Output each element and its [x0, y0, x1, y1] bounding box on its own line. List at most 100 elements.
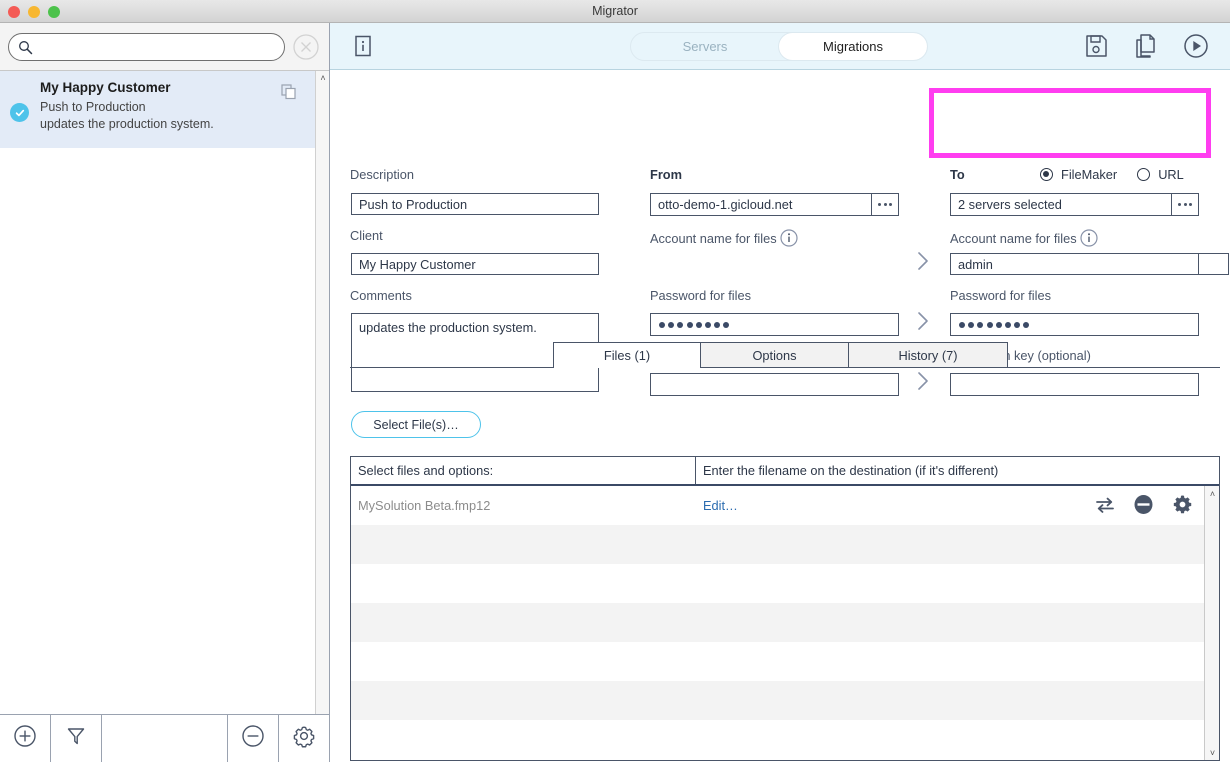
settings-button[interactable]	[279, 715, 329, 762]
copy-icon[interactable]	[280, 83, 298, 101]
main-toolbar: Servers Migrations	[330, 23, 1230, 70]
sidebar: My Happy Customer Push to Production upd…	[0, 23, 330, 762]
list-item[interactable]: My Happy Customer Push to Production upd…	[0, 71, 315, 149]
radio-filemaker-label: FileMaker	[1061, 167, 1118, 182]
add-migration-button[interactable]	[0, 715, 50, 762]
ellipsis-icon	[878, 203, 892, 206]
to-account-label: Account name for files	[950, 229, 1098, 247]
scroll-down-icon[interactable]: ˅	[1205, 745, 1219, 760]
tabs-leading-spacer	[350, 366, 553, 367]
radio-filemaker[interactable]	[1040, 168, 1053, 181]
floppy-disk-icon[interactable]	[1082, 32, 1110, 60]
tab-servers[interactable]: Servers	[631, 33, 779, 60]
table-row[interactable]: MySolution Beta.fmp12 Edit…	[351, 486, 1219, 525]
table-row-empty	[351, 642, 1219, 681]
to-server-combo[interactable]: 2 servers selected	[950, 193, 1199, 216]
table-row-empty	[351, 564, 1219, 603]
file-name: MySolution Beta.fmp12	[358, 498, 491, 513]
description-label: Description	[350, 167, 415, 182]
select-files-button[interactable]: Select File(s)…	[351, 411, 481, 438]
chevron-right-icon	[916, 250, 930, 272]
funnel-icon	[64, 724, 88, 753]
from-source-radio-group[interactable]: FileMaker URL	[1040, 167, 1184, 182]
column-header-files: Select files and options:	[351, 457, 696, 484]
table-row-empty	[351, 681, 1219, 720]
client-label: Client	[350, 228, 383, 243]
description-input[interactable]	[351, 193, 599, 215]
filter-button[interactable]	[51, 715, 101, 762]
password-dots	[958, 314, 1030, 335]
minimize-window-button[interactable]	[28, 6, 40, 18]
detail-tabs: Files (1) Options History (7)	[350, 342, 1220, 368]
app-window: Migrator My Happy Customer Push to Produ…	[0, 0, 1230, 762]
tab-migrations[interactable]: Migrations	[779, 33, 927, 60]
to-server-more-button[interactable]	[1171, 194, 1198, 215]
migration-comments: updates the production system.	[40, 117, 214, 131]
view-mode-segmented-control[interactable]: Servers Migrations	[630, 32, 928, 61]
play-circle-icon[interactable]	[1182, 32, 1210, 60]
search-field-wrapper[interactable]	[8, 32, 285, 61]
files-scrollbar[interactable]: ˄ ˅	[1204, 486, 1219, 760]
ellipsis-icon	[1178, 203, 1192, 206]
status-badge	[10, 103, 29, 122]
clear-search-button[interactable]	[291, 32, 321, 62]
comments-label: Comments	[350, 288, 412, 303]
gear-icon	[291, 723, 317, 754]
info-circle-icon[interactable]	[780, 229, 798, 247]
search-input[interactable]	[37, 38, 284, 55]
search-icon	[18, 40, 33, 55]
from-server-combo[interactable]: otto-demo-1.gicloud.net	[650, 193, 899, 216]
minus-circle-icon	[241, 724, 265, 753]
edit-destination-link[interactable]: Edit…	[696, 498, 738, 513]
info-square-icon[interactable]	[351, 34, 375, 58]
files-table-header: Select files and options: Enter the file…	[351, 457, 1219, 486]
sidebar-scrollbar[interactable]: ˄ ˅	[315, 71, 329, 728]
to-password-input[interactable]	[950, 313, 1199, 336]
sidebar-bottom-toolbar	[0, 714, 329, 762]
from-password-label: Password for files	[650, 288, 751, 303]
transfer-arrows-icon[interactable]	[1095, 496, 1115, 519]
window-title: Migrator	[592, 4, 638, 18]
radio-url-label: URL	[1158, 167, 1184, 182]
sidebar-search-bar	[0, 23, 329, 71]
scroll-up-icon[interactable]: ˄	[316, 71, 330, 85]
to-label: To	[950, 167, 965, 182]
migration-description: Push to Production	[40, 100, 146, 114]
zoom-window-button[interactable]	[48, 6, 60, 18]
column-header-destination: Enter the filename on the destination (i…	[703, 463, 999, 478]
remove-migration-button[interactable]	[228, 715, 278, 762]
migration-title: My Happy Customer	[40, 80, 171, 95]
tab-files[interactable]: Files (1)	[553, 342, 701, 368]
info-circle-icon[interactable]	[1080, 229, 1098, 247]
from-account-label: Account name for files	[650, 229, 798, 247]
toolbar-divider	[101, 714, 102, 762]
chevron-right-icon	[916, 310, 930, 332]
to-account-input[interactable]	[950, 253, 1199, 275]
plus-circle-icon	[13, 724, 37, 753]
scroll-up-icon[interactable]: ˄	[1205, 486, 1219, 501]
from-password-input[interactable]	[650, 313, 899, 336]
to-encryption-input[interactable]	[950, 373, 1199, 396]
to-server-value: 2 servers selected	[958, 197, 1062, 212]
files-table-body: MySolution Beta.fmp12 Edit… ˄ ˅	[351, 486, 1219, 760]
tab-history[interactable]: History (7)	[848, 342, 1008, 367]
table-row-empty	[351, 603, 1219, 642]
gear-filled-icon[interactable]	[1172, 494, 1193, 520]
row-actions	[1095, 494, 1193, 520]
minus-circle-filled-icon[interactable]	[1133, 494, 1154, 520]
to-password-label: Password for files	[950, 288, 1051, 303]
main-panel: Servers Migrations Description Push to P…	[330, 23, 1230, 762]
close-window-button[interactable]	[8, 6, 20, 18]
client-input[interactable]	[351, 253, 599, 275]
table-row-empty	[351, 525, 1219, 564]
toolbar-actions	[1082, 32, 1210, 60]
migration-form: Description Client Comments From FileMak…	[330, 70, 1230, 396]
copy-pages-icon[interactable]	[1132, 32, 1160, 60]
from-server-more-button[interactable]	[871, 194, 898, 215]
chevron-right-icon	[916, 370, 930, 392]
window-controls[interactable]	[8, 6, 60, 18]
table-row-empty	[351, 720, 1219, 759]
from-encryption-input[interactable]	[650, 373, 899, 396]
tab-options[interactable]: Options	[700, 342, 849, 367]
radio-url[interactable]	[1137, 168, 1151, 181]
